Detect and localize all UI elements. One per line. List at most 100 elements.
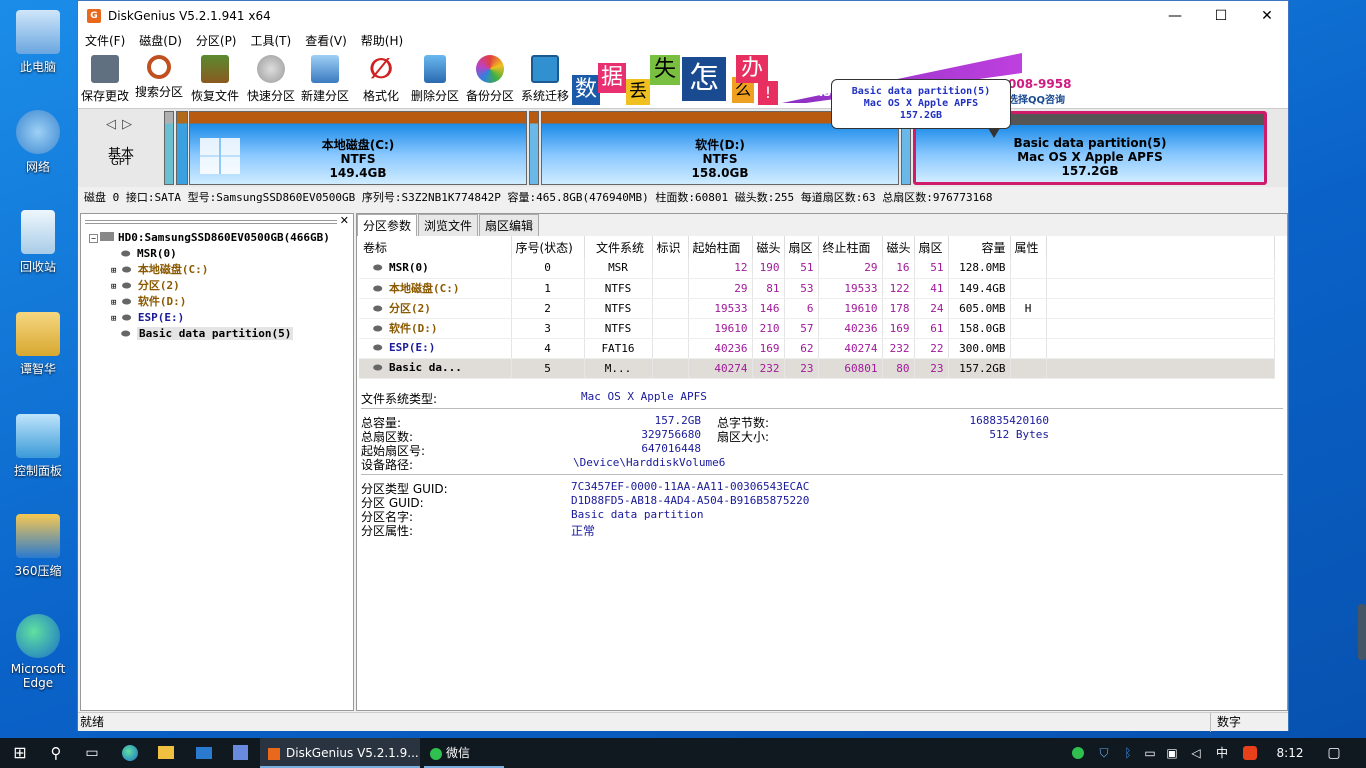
disk-nav-next[interactable]: ▷ (122, 117, 132, 132)
taskbar-wechat[interactable]: 微信 (424, 738, 504, 768)
desktop-icon-network[interactable]: 网络 (6, 110, 70, 175)
menu-disk[interactable]: 磁盘(D) (132, 31, 189, 51)
task-view-button[interactable]: ▭ (78, 738, 106, 768)
table-row[interactable]: ⬬ 本地磁盘(C:) 1 NTFS 29 81 53 19533 122 41 149.4GB (359, 278, 1275, 299)
col-id[interactable]: 标识 (652, 236, 689, 258)
quick-partition-button[interactable]: 快速分区 (244, 55, 298, 104)
partition-c-main[interactable]: 本地磁盘(C:) NTFS 149.4GB (189, 111, 527, 185)
desktop-icon-user[interactable]: 谭智华 (6, 312, 70, 377)
minimize-button[interactable]: — (1152, 1, 1198, 31)
tray-sogou[interactable] (1240, 738, 1260, 768)
format-button[interactable]: ∅ 格式化 (354, 55, 408, 104)
tab-partition-params[interactable]: 分区参数 (357, 214, 418, 236)
system-migration-button[interactable]: 系统迁移 (518, 55, 572, 104)
desktop-icon-360zip[interactable]: 360压缩 (6, 514, 70, 579)
partition-c[interactable] (176, 111, 188, 185)
table-cell: 300.0MB (948, 338, 1011, 359)
menu-view[interactable]: 查看(V) (298, 31, 354, 51)
clock[interactable]: 8:12 (1270, 738, 1310, 768)
delete-partition-button[interactable]: 删除分区 (408, 55, 462, 104)
cell-volume-label: Basic da... (389, 361, 462, 374)
tree-disk-root[interactable]: − HD0:SamsungSSD860EV0500GB(466GB) (81, 230, 351, 246)
table-row[interactable]: ⬬ 分区(2) 2 NTFS 19533 146 6 19610 178 24 605.0MB H (359, 298, 1275, 319)
taskbar-explorer[interactable] (152, 738, 180, 768)
taskbar-edge[interactable] (116, 738, 144, 768)
backup-partition-button[interactable]: 备份分区 (463, 55, 517, 104)
desktop-icon-control-panel[interactable]: 控制面板 (6, 414, 70, 479)
col-fs[interactable]: 文件系统 (584, 236, 653, 258)
notification-button[interactable]: ▢ (1320, 738, 1348, 768)
taskbar-diskgenius[interactable]: DiskGenius V5.2.1.9... (260, 738, 420, 768)
col-start-sector[interactable]: 扇区 (784, 236, 819, 258)
tree-item-d[interactable]: ⊞ ⬬ 软件(D:) (81, 294, 351, 310)
menu-file[interactable]: 文件(F) (78, 31, 132, 51)
desktop-icon-recycle-bin[interactable]: 回收站 (6, 210, 70, 275)
new-partition-button[interactable]: 新建分区 (298, 55, 352, 104)
taskbar-app[interactable] (226, 738, 254, 768)
save-button[interactable]: 保存更改 (78, 55, 132, 104)
part-guid-value: D1D88FD5-AB18-4AD4-A504-B916B5875220 (571, 494, 810, 507)
expand-icon[interactable]: ⊞ (111, 282, 122, 292)
title-bar[interactable]: G DiskGenius V5.2.1.941 x64 — ☐ ✕ (78, 1, 1288, 31)
menu-tools[interactable]: 工具(T) (244, 31, 299, 51)
tree-item-c[interactable]: ⊞ ⬬ 本地磁盘(C:) (81, 262, 351, 278)
desktop-icon-this-pc[interactable]: 此电脑 (6, 10, 70, 75)
tree-item-basic-data[interactable]: ⬬ Basic data partition(5) (81, 326, 351, 342)
tree-item-msr[interactable]: ⬬ MSR(0) (81, 246, 351, 262)
table-cell: 41 (914, 278, 949, 299)
tab-sector-edit[interactable]: 扇区编辑 (479, 214, 540, 236)
expand-icon[interactable]: ⊞ (111, 298, 122, 308)
magnifier-icon (147, 55, 171, 79)
collapse-icon[interactable]: − (89, 234, 98, 243)
tree-item-esp[interactable]: ⊞ ⬬ ESP(E:) (81, 310, 351, 326)
col-index[interactable]: 序号(状态) (511, 236, 585, 258)
search-partition-button[interactable]: 搜索分区 (132, 55, 186, 100)
col-capacity[interactable]: 容量 (948, 236, 1011, 258)
cell-volume: ⬬ ESP(E:) (359, 338, 512, 359)
tray-wechat[interactable] (1068, 738, 1088, 768)
table-row[interactable]: ⬬ MSR(0) 0 MSR 12 190 51 29 16 51 128.0MB (359, 258, 1275, 279)
maximize-button[interactable]: ☐ (1198, 1, 1244, 31)
col-end-head[interactable]: 磁头 (882, 236, 915, 258)
tray-bluetooth[interactable]: ᛒ (1118, 738, 1138, 768)
tray-security[interactable]: ⛉ (1094, 738, 1114, 768)
tree-item-2[interactable]: ⊞ ⬬ 分区(2) (81, 278, 351, 294)
menu-bar: 文件(F) 磁盘(D) 分区(P) 工具(T) 查看(V) 帮助(H) (78, 31, 1288, 51)
table-row[interactable]: ⬬ Basic da... 5 M... 40274 232 23 60801 80 23 157… (359, 358, 1275, 379)
tray-battery[interactable]: ▭ (1140, 738, 1160, 768)
col-volume[interactable]: 卷标 (359, 236, 512, 258)
col-end-sector[interactable]: 扇区 (914, 236, 949, 258)
desktop-icon-edge[interactable]: Microsoft Edge (6, 614, 70, 690)
col-start-cyl[interactable]: 起始柱面 (688, 236, 753, 258)
table-filler-cell (1046, 258, 1275, 279)
table-cell (1010, 358, 1047, 379)
partition-2[interactable] (529, 111, 539, 185)
partition-msr[interactable] (164, 111, 174, 185)
windows-start-icon: ⊞ (13, 743, 27, 762)
search-button[interactable]: ⚲ (42, 738, 70, 768)
col-start-head[interactable]: 磁头 (752, 236, 785, 258)
recover-files-button[interactable]: 恢复文件 (188, 55, 242, 104)
col-attr[interactable]: 属性 (1010, 236, 1047, 258)
tray-volume[interactable]: ◁ (1186, 738, 1206, 768)
close-button[interactable]: ✕ (1244, 1, 1290, 31)
start-button[interactable]: ⊞ (6, 738, 34, 768)
pane-close-icon[interactable]: ✕ (340, 214, 349, 227)
expand-icon[interactable]: ⊞ (111, 266, 122, 276)
expand-icon[interactable]: ⊞ (111, 314, 122, 324)
menu-help[interactable]: 帮助(H) (354, 31, 410, 51)
col-end-cyl[interactable]: 终止柱面 (818, 236, 883, 258)
table-cell: 19610 (688, 318, 753, 339)
tray-ime[interactable]: 中 (1212, 738, 1232, 768)
tab-browse-files[interactable]: 浏览文件 (418, 214, 479, 236)
fs-type-label: 文件系统类型: (361, 392, 438, 406)
tray-network[interactable]: ▣ (1162, 738, 1182, 768)
partition-c-size: 149.4GB (329, 166, 387, 180)
disk-nav-prev[interactable]: ◁ (106, 117, 116, 132)
table-cell: 23 (784, 358, 819, 379)
table-row[interactable]: ⬬ ESP(E:) 4 FAT16 40236 169 62 40274 232 22 300.0… (359, 338, 1275, 359)
menu-partition[interactable]: 分区(P) (189, 31, 244, 51)
details-pane: 分区参数 浏览文件 扇区编辑 卷标 序号(状态) 文件系统 标识 起始柱面 磁头… (356, 213, 1288, 711)
table-row[interactable]: ⬬ 软件(D:) 3 NTFS 19610 210 57 40236 169 61 158.0GB (359, 318, 1275, 339)
taskbar-mail[interactable] (190, 738, 218, 768)
